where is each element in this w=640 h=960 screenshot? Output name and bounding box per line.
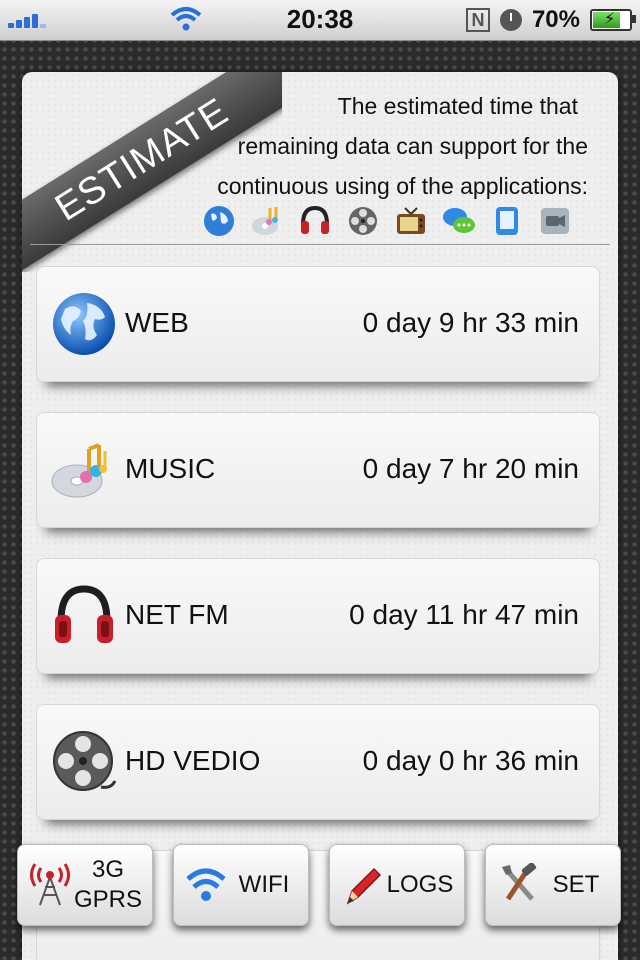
row-time: 0 day 11 hr 47 min xyxy=(349,599,579,630)
cell-tower-icon xyxy=(30,863,70,906)
description-line-2: remaining data can support for the xyxy=(237,133,588,159)
bottom-toolbar: 3G GPRS WIFI LOGS SET xyxy=(0,842,640,960)
row-name: MUSIC xyxy=(125,453,216,484)
estimate-row-hd-video[interactable]: HD VEDIO 0 day 0 hr 36 min xyxy=(36,704,600,820)
globe-icon xyxy=(204,206,234,236)
row-time: 0 day 7 hr 20 min xyxy=(362,453,579,484)
music-cd-icon xyxy=(252,207,278,235)
app-icons-strip xyxy=(202,204,572,238)
tab-gprs-label: GPRS xyxy=(73,886,142,913)
alarm-icon xyxy=(499,9,522,31)
status-bar: 20:38 N 70% ⚡ xyxy=(0,0,640,41)
battery-percent: 70% xyxy=(531,6,580,33)
tab-logs[interactable]: LOGS xyxy=(329,844,465,926)
row-name: NET FM xyxy=(125,599,229,630)
description-line-1: The estimated time that xyxy=(337,93,578,119)
description-line-3: continuous using of the applications: xyxy=(217,173,588,199)
tab-set[interactable]: SET xyxy=(485,844,621,926)
tablet-icon xyxy=(496,207,518,235)
globe-icon xyxy=(53,293,115,355)
film-reel-icon xyxy=(349,207,377,235)
battery-icon: ⚡ xyxy=(590,9,636,31)
row-name: WEB xyxy=(125,307,189,338)
tools-icon xyxy=(502,863,537,901)
estimate-row-web[interactable]: WEB 0 day 9 hr 33 min xyxy=(36,266,600,382)
video-camera-icon xyxy=(541,208,569,234)
estimate-row-music[interactable]: MUSIC 0 day 7 hr 20 min xyxy=(36,412,600,528)
tab-set-label: SET xyxy=(552,871,600,898)
notification-n-icon: N xyxy=(465,8,490,32)
row-time: 0 day 0 hr 36 min xyxy=(362,745,579,776)
wifi-icon xyxy=(186,868,226,901)
header-divider xyxy=(30,244,610,245)
headphones-icon xyxy=(55,585,113,643)
tab-logs-label: LOGS xyxy=(386,871,454,898)
film-reel-icon xyxy=(53,731,117,791)
tab-3g-gprs[interactable]: 3G GPRS xyxy=(17,844,153,926)
tv-icon xyxy=(397,207,425,234)
tab-3g-label: 3G xyxy=(91,856,124,883)
chat-bubbles-icon xyxy=(443,208,475,233)
row-time: 0 day 9 hr 33 min xyxy=(362,307,579,338)
music-cd-icon xyxy=(51,443,107,498)
tab-wifi-label: WIFI xyxy=(238,871,290,898)
tab-wifi[interactable]: WIFI xyxy=(173,844,309,926)
headphones-icon xyxy=(301,205,329,234)
row-name: HD VEDIO xyxy=(125,745,261,776)
estimate-row-net-fm[interactable]: NET FM 0 day 11 hr 47 min xyxy=(36,558,600,674)
pencil-icon xyxy=(346,867,382,905)
estimate-description: The estimated time that remaining data c… xyxy=(168,86,588,206)
estimate-panel: ESTIMATE The estimated time that remaini… xyxy=(22,72,618,960)
